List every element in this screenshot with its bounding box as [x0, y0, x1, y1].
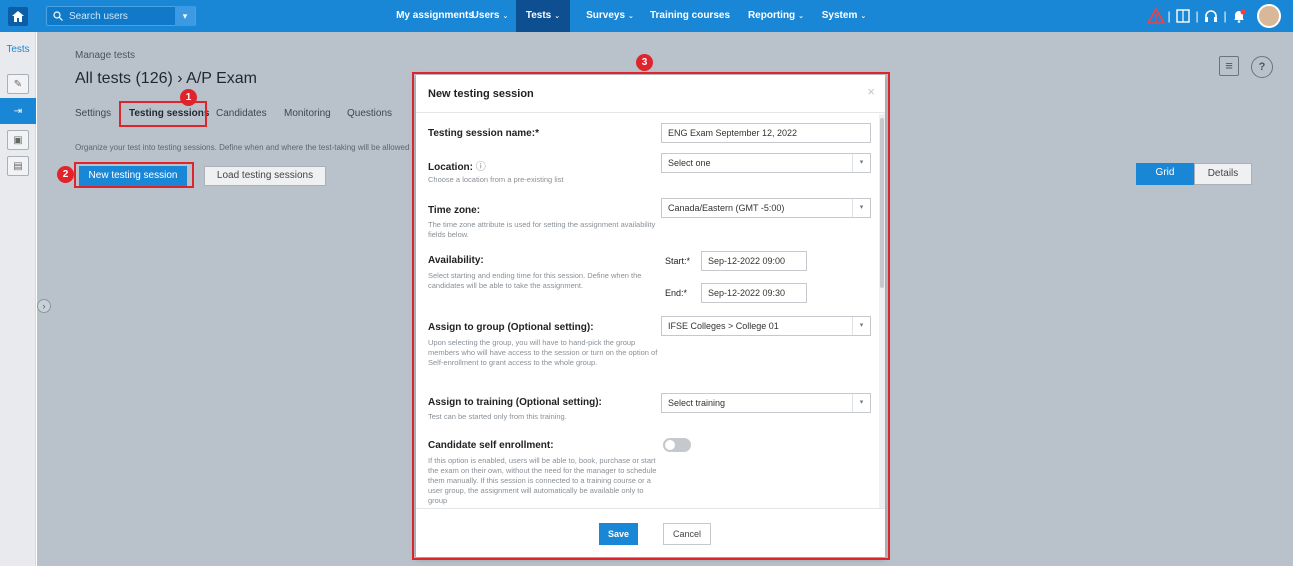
tab-candidates[interactable]: Candidates	[216, 108, 267, 119]
headset-icon[interactable]	[1203, 8, 1219, 24]
search-users-input[interactable]	[63, 7, 181, 25]
timezone-help: The time zone attribute is used for sett…	[428, 220, 656, 239]
view-grid-button[interactable]: Grid	[1136, 163, 1194, 185]
load-testing-sessions-button[interactable]: Load testing sessions	[204, 166, 326, 186]
separator: |	[1167, 9, 1171, 23]
help-button[interactable]: ?	[1251, 56, 1273, 78]
callout-number-3: 3	[636, 54, 653, 71]
nav-training-courses[interactable]: Training courses	[648, 0, 732, 32]
page-title: All tests (126) › A/P Exam	[75, 70, 257, 87]
chevron-down-icon: ⌄	[554, 13, 561, 20]
search-dropdown-button[interactable]: ▾	[175, 6, 195, 26]
nav-system[interactable]: System ⌄	[818, 0, 870, 32]
top-navigation-bar: ▾ My assignments Users⌄ Tests⌄ Surveys⌄ …	[0, 0, 1293, 32]
page-hint: Organize your test into testing sessions…	[75, 143, 410, 152]
nav-users[interactable]: Users ⌄	[466, 0, 514, 32]
start-label: Start:*	[665, 256, 691, 266]
chevron-down-icon: ▾	[852, 394, 870, 412]
chevron-down-icon: ▾	[852, 154, 870, 172]
edit-icon: ✎	[13, 78, 23, 90]
view-details-button[interactable]: Details	[1194, 163, 1252, 185]
self-enroll-help: If this option is enabled, users will be…	[428, 456, 657, 505]
callout-number-1: 1	[180, 89, 197, 106]
rail-sessions-button[interactable]: ⇥	[0, 98, 36, 124]
location-help: Choose a location from a pre-existing li…	[428, 175, 564, 184]
top-right-tools: | | |	[1143, 0, 1293, 32]
search-users-box: ▾	[46, 6, 196, 26]
notification-bell-icon[interactable]	[1231, 8, 1247, 24]
group-select[interactable]: IFSE Colleges > College 01 ▾	[661, 316, 871, 336]
timezone-select[interactable]: Canada/Eastern (GMT -5:00) ▾	[661, 198, 871, 218]
session-name-input[interactable]: ENG Exam September 12, 2022	[661, 123, 871, 143]
dialog-title: New testing session	[428, 88, 534, 100]
rail-title: Tests	[6, 44, 30, 55]
highlight-testing-sessions-tab	[119, 101, 207, 127]
new-testing-session-dialog: New testing session × Testing session na…	[416, 75, 885, 557]
expand-panel-button[interactable]: ›	[37, 299, 51, 313]
self-enroll-toggle[interactable]	[663, 438, 691, 452]
training-label: Assign to training (Optional setting):	[428, 397, 602, 408]
nav-tests[interactable]: Tests ⌄	[516, 0, 570, 32]
chevron-down-icon: ▾	[182, 10, 188, 21]
warning-icon[interactable]	[1147, 8, 1165, 24]
callout-number-2: 2	[57, 166, 74, 183]
export-icon: ⇥	[13, 105, 23, 117]
archive-icon: ▤	[13, 160, 23, 172]
info-icon: ⓘ	[475, 162, 486, 173]
self-enroll-label: Candidate self enrollment:	[428, 440, 554, 451]
chevron-down-icon: ▾	[852, 199, 870, 217]
location-select[interactable]: Select one ▾	[661, 153, 871, 173]
dialog-scrollbar[interactable]	[879, 114, 885, 508]
help-icon: ?	[1258, 61, 1266, 73]
rail-certificate-button[interactable]: ▣	[7, 130, 29, 150]
hamburger-icon: ≡	[1225, 58, 1233, 73]
chevron-down-icon: ⌄	[798, 13, 805, 20]
tab-questions[interactable]: Questions	[347, 108, 392, 119]
save-button[interactable]: Save	[599, 523, 638, 545]
training-help: Test can be started only from this train…	[428, 412, 567, 421]
tab-settings[interactable]: Settings	[75, 108, 111, 119]
separator: |	[1195, 9, 1199, 23]
nav-surveys[interactable]: Surveys ⌄	[580, 0, 640, 32]
rail-archive-button[interactable]: ▤	[7, 156, 29, 176]
highlight-new-session-button	[74, 162, 194, 188]
user-avatar[interactable]	[1257, 4, 1281, 28]
group-label: Assign to group (Optional setting):	[428, 322, 594, 333]
certificate-icon: ▣	[13, 134, 23, 146]
cancel-button[interactable]: Cancel	[663, 523, 711, 545]
session-name-label: Testing session name:*	[428, 128, 539, 139]
view-toggle: Grid Details	[1136, 163, 1252, 185]
book-icon[interactable]	[1175, 8, 1191, 24]
chevron-down-icon: ⌄	[860, 13, 867, 20]
availability-help: Select starting and ending time for this…	[428, 271, 642, 290]
start-datetime-input[interactable]: Sep-12-2022 09:00	[701, 251, 807, 271]
dialog-header: New testing session ×	[416, 75, 885, 113]
tab-monitoring[interactable]: Monitoring	[284, 108, 331, 119]
chevron-down-icon: ⌄	[502, 13, 509, 20]
home-button[interactable]	[8, 7, 28, 26]
location-label: Location: ⓘ	[428, 162, 486, 173]
breadcrumb[interactable]: Manage tests	[75, 50, 135, 61]
end-datetime-input[interactable]: Sep-12-2022 09:30	[701, 283, 807, 303]
search-icon	[53, 11, 63, 21]
timezone-label: Time zone:	[428, 205, 481, 216]
left-rail: Tests ✎ ⇥ ▣ ▤	[0, 32, 36, 566]
training-select[interactable]: Select training ▾	[661, 393, 871, 413]
group-help: Upon selecting the group, you will have …	[428, 338, 658, 367]
chevron-down-icon: ⌄	[628, 13, 634, 20]
rail-edit-button[interactable]: ✎	[7, 74, 29, 94]
availability-label: Availability:	[428, 255, 484, 266]
chevron-down-icon: ▾	[852, 317, 870, 335]
close-icon[interactable]: ×	[867, 84, 875, 99]
end-label: End:*	[665, 288, 688, 298]
scroll-thumb[interactable]	[880, 118, 884, 288]
nav-reporting[interactable]: Reporting ⌄	[742, 0, 810, 32]
dialog-footer: Save Cancel	[416, 508, 885, 557]
chevron-right-icon: ›	[42, 301, 46, 311]
separator: |	[1223, 9, 1227, 23]
menu-button[interactable]: ≡	[1219, 56, 1239, 76]
home-icon	[12, 11, 24, 22]
dialog-body: Testing session name:* ENG Exam Septembe…	[416, 114, 885, 508]
